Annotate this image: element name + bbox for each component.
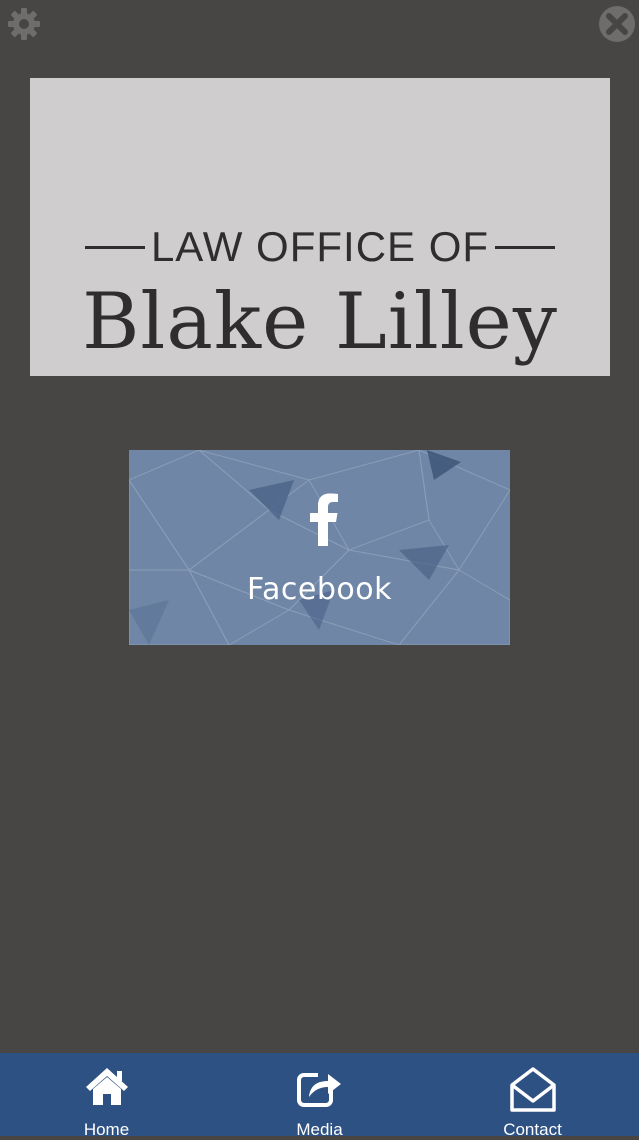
logo-dash-right: [495, 245, 556, 249]
tab-contact[interactable]: Contact: [426, 1053, 639, 1139]
home-icon: [84, 1065, 130, 1112]
facebook-label: Facebook: [247, 572, 392, 607]
facebook-card[interactable]: [129, 450, 510, 645]
law-office-logo: LAW OFFICE OF Blake Lilley: [30, 78, 610, 376]
facebook-icon: [306, 490, 340, 546]
tab-home[interactable]: Home: [0, 1053, 213, 1139]
tab-media[interactable]: Media: [213, 1053, 426, 1139]
tab-media-label: Media: [296, 1120, 343, 1139]
logo-line1-text: LAW OFFICE OF: [150, 223, 490, 270]
logo-line1: LAW OFFICE OF: [30, 226, 610, 268]
tab-contact-label: Contact: [503, 1120, 562, 1139]
logo-dash-left: [84, 245, 145, 249]
logo-line2-text: Blake Lilley: [82, 277, 558, 367]
polygon-background: [129, 450, 510, 645]
gear-icon[interactable]: [6, 6, 42, 42]
bottom-tab-bar: Home Media Contact: [0, 1053, 639, 1139]
share-icon: [296, 1065, 344, 1114]
envelope-icon: [508, 1065, 558, 1118]
tab-home-label: Home: [83, 1120, 130, 1139]
close-icon[interactable]: [598, 5, 636, 43]
